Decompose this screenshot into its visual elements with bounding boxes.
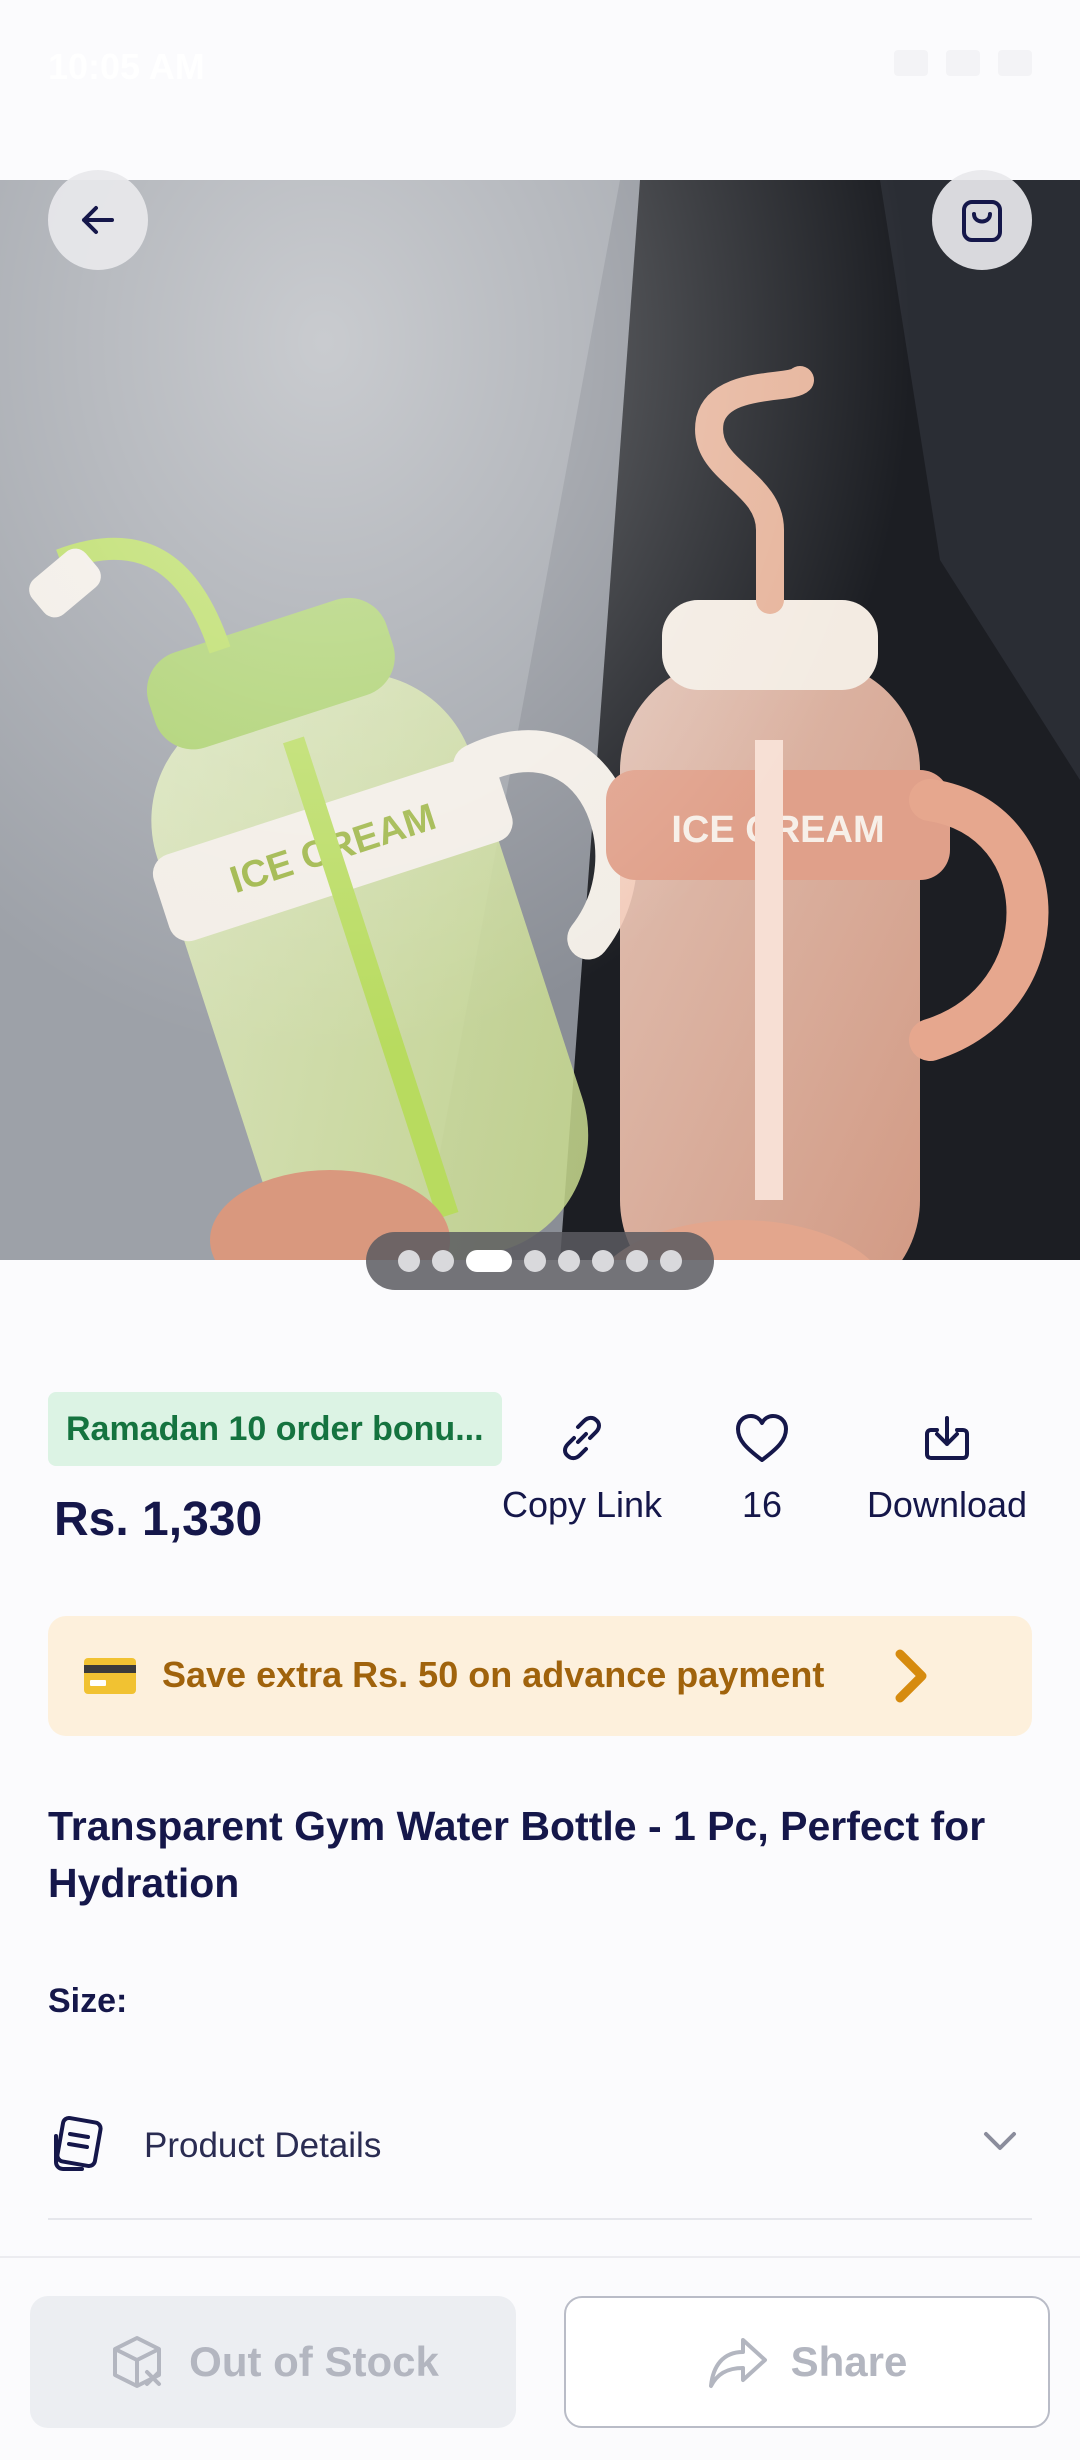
- pager-dot[interactable]: [660, 1250, 682, 1272]
- chevron-right-icon: [895, 1649, 927, 1703]
- credit-card-icon: [84, 1658, 136, 1694]
- image-pager[interactable]: [366, 1232, 714, 1290]
- size-label: Size:: [48, 1982, 128, 2020]
- like-button[interactable]: 16: [712, 1410, 812, 1526]
- status-time: 10:05 AM: [48, 46, 205, 87]
- pager-dot[interactable]: [626, 1250, 648, 1272]
- product-details-label: Product Details: [144, 2126, 382, 2165]
- chevron-down-icon: [984, 2132, 1016, 2150]
- pager-dot[interactable]: [592, 1250, 614, 1272]
- product-title: Transparent Gym Water Bottle - 1 Pc, Per…: [48, 1803, 986, 1906]
- download-icon: [925, 1416, 969, 1460]
- pager-dot[interactable]: [524, 1250, 546, 1272]
- wifi-icon: [946, 50, 980, 76]
- like-count: 16: [741, 1484, 783, 1525]
- shopping-bag-icon: [962, 200, 1002, 242]
- status-icons: [894, 50, 1032, 76]
- share-label: Share: [790, 2338, 908, 2385]
- product-image[interactable]: ICE CREAM ICE CREAM: [0, 180, 1080, 1260]
- copy-link-label: Copy Link: [501, 1484, 663, 1525]
- bottom-action-bar: Out of Stock Share: [0, 2256, 1080, 2460]
- back-button[interactable]: [48, 170, 148, 270]
- heart-icon: [736, 1414, 788, 1462]
- status-bar: 10:05 AM: [0, 0, 1080, 180]
- pager-dot[interactable]: [558, 1250, 580, 1272]
- pager-dot[interactable]: [398, 1250, 420, 1272]
- promo-badge: Ramadan 10 order bonu...: [48, 1392, 502, 1466]
- download-button[interactable]: Download: [862, 1410, 1032, 1526]
- out-of-stock-button[interactable]: Out of Stock: [30, 2296, 516, 2428]
- signal-icon: [894, 50, 928, 76]
- share-button[interactable]: Share: [564, 2296, 1050, 2428]
- product-details-accordion[interactable]: Product Details: [48, 2108, 1032, 2220]
- price: Rs. 1,330: [54, 1493, 263, 1546]
- copy-link-button[interactable]: Copy Link: [500, 1410, 664, 1526]
- box-x-icon: [113, 2336, 162, 2388]
- link-icon: [563, 1415, 601, 1461]
- image-overlay: [0, 180, 1080, 1260]
- battery-icon: [998, 50, 1032, 76]
- share-icon: [708, 2338, 767, 2388]
- pager-dot[interactable]: [466, 1250, 512, 1272]
- download-label: Download: [866, 1484, 1028, 1525]
- out-of-stock-label: Out of Stock: [189, 2338, 439, 2385]
- arrow-left-icon: [82, 206, 114, 234]
- advance-payment-text: Save extra Rs. 50 on advance payment: [162, 1654, 825, 1695]
- pager-dot[interactable]: [432, 1250, 454, 1272]
- document-icon: [54, 2115, 103, 2171]
- advance-payment-banner[interactable]: Save extra Rs. 50 on advance payment: [48, 1616, 1032, 1736]
- cart-button[interactable]: [932, 170, 1032, 270]
